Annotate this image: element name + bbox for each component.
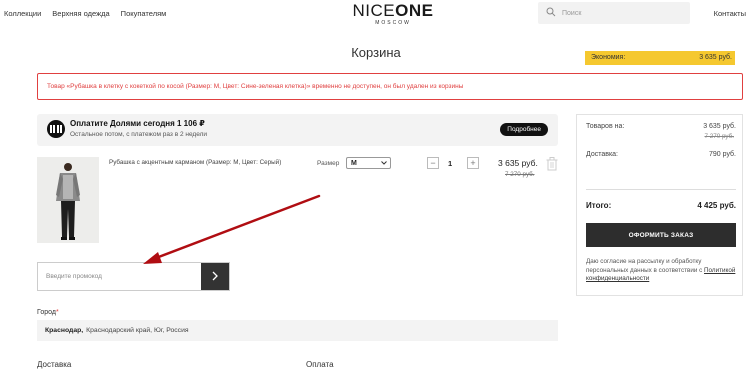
size-select[interactable]: M (346, 157, 391, 169)
logo-part1: NICE (352, 1, 396, 20)
delivery-row: Доставка: 790 руб. (586, 151, 736, 158)
nav-item-collections[interactable]: Коллекции (4, 9, 41, 18)
trash-icon[interactable] (546, 157, 558, 171)
chevron-right-icon (211, 269, 219, 284)
delivery-heading: Доставка (37, 360, 72, 369)
goods-old-value: 7 270 руб. (704, 133, 734, 140)
summary-divider (586, 189, 736, 190)
total-row: Итого: 4 425 руб. (586, 201, 736, 210)
delivery-label: Доставка: (586, 151, 619, 158)
top-nav: Коллекции Верхняя одежда Покупателям (4, 9, 166, 18)
dolyami-subtitle: Остальное потом, с платежом раз в 2 неде… (70, 131, 208, 138)
item-price: 3 635 руб. (498, 158, 538, 168)
goods-label: Товаров на: (586, 123, 625, 130)
consent-text: Даю согласие на рассылку и обработку пер… (586, 258, 736, 284)
search-box[interactable]: Поиск (538, 2, 690, 24)
logo-part2: ONE (395, 1, 434, 20)
goods-value: 3 635 руб. (703, 123, 736, 130)
nav-item-customers[interactable]: Покупателям (121, 9, 167, 18)
checkout-button[interactable]: ОФОРМИТЬ ЗАКАЗ (586, 223, 736, 247)
city-region: Краснодарский край, Юг, Россия (86, 327, 189, 334)
search-placeholder: Поиск (562, 9, 582, 17)
removed-item-alert: Товар «Рубашка в клетку с кокеткой по ко… (37, 73, 743, 100)
required-mark: * (55, 309, 59, 316)
item-old-price: 7 270 руб. (505, 171, 535, 178)
size-label: Размер (317, 160, 340, 167)
nav-item-outerwear[interactable]: Верхняя одежда (52, 9, 109, 18)
dolyami-more-button[interactable]: Подробнее (500, 123, 548, 136)
economy-value: 3 635 руб. (699, 54, 732, 61)
dolyami-banner: Оплатите Долями сегодня 1 106 ₽ Остально… (37, 114, 558, 146)
quantity-increase-button[interactable]: + (467, 157, 479, 169)
promo-code-form (37, 262, 230, 291)
city-name: Краснодар, (45, 327, 84, 334)
chevron-down-icon (381, 160, 387, 167)
nav-item-contacts[interactable]: Контакты (714, 9, 746, 18)
search-icon (546, 7, 556, 19)
economy-label: Экономия: (591, 54, 626, 61)
order-summary: Товаров на: 3 635 руб. 7 270 руб. Достав… (576, 114, 743, 296)
quantity-decrease-button[interactable]: − (427, 157, 439, 169)
total-label: Итого: (586, 201, 612, 210)
quantity-value: 1 (448, 159, 453, 168)
promo-code-input[interactable] (38, 263, 201, 290)
payment-heading: Оплата (306, 360, 334, 369)
product-name[interactable]: Рубашка с акцентным карманом (Размер: M,… (109, 159, 281, 166)
economy-row: Экономия: 3 635 руб. (585, 51, 735, 65)
delivery-value: 790 руб. (709, 151, 736, 158)
city-label: Город* (37, 309, 59, 316)
total-value: 4 425 руб. (697, 201, 736, 210)
product-image[interactable] (37, 157, 99, 243)
site-logo[interactable]: NICEONE MOSCOW (348, 1, 438, 26)
dolyami-logo-icon (47, 120, 65, 138)
dolyami-title: Оплатите Долями сегодня 1 106 ₽ (70, 119, 205, 128)
goods-row: Товаров на: 3 635 руб. (586, 123, 736, 130)
promo-apply-button[interactable] (201, 263, 229, 290)
city-label-text: Город (37, 309, 56, 316)
size-value: M (351, 159, 357, 167)
city-field[interactable]: Краснодар, Краснодарский край, Юг, Росси… (37, 320, 558, 341)
consent-body: Даю согласие на рассылку и обработку пер… (586, 258, 703, 274)
